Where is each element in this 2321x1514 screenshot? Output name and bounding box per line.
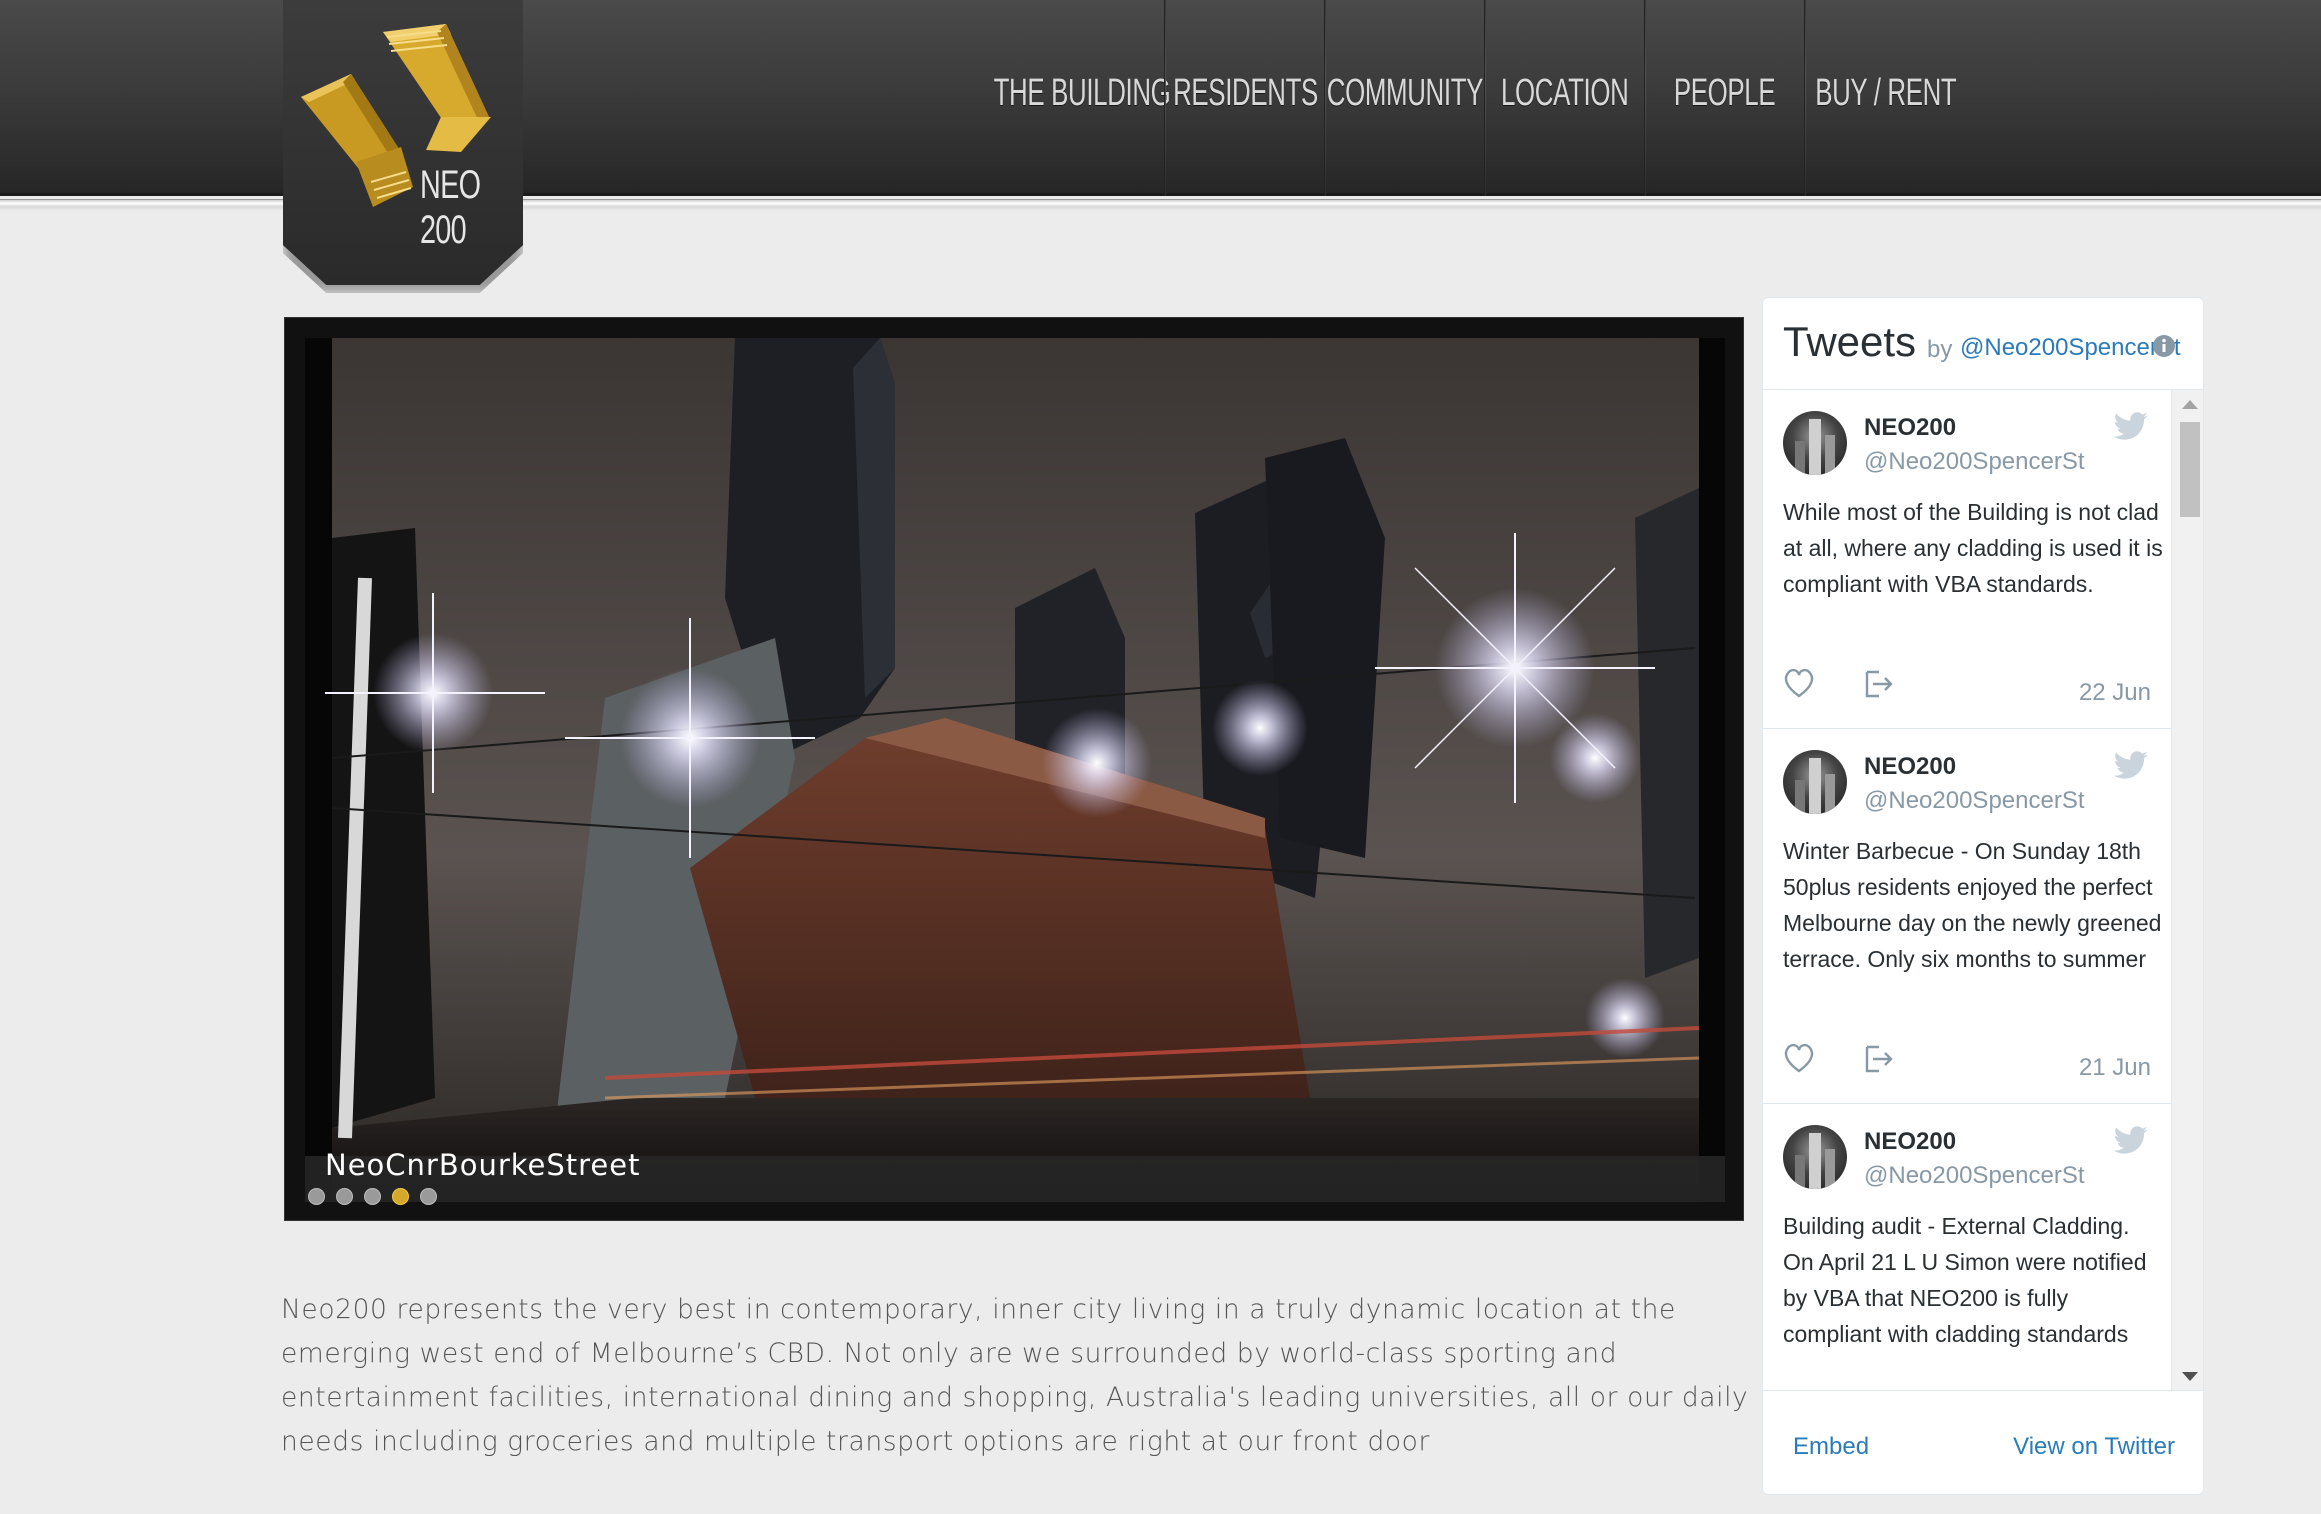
tweet-avatar[interactable] (1783, 1125, 1847, 1189)
nav-label: PEOPLE (1674, 72, 1776, 114)
scroll-up-arrow-icon[interactable] (2182, 400, 2198, 409)
slider-dot[interactable] (420, 1188, 437, 1205)
nav-item-buy-rent[interactable]: BUY / RENT (1806, 0, 1966, 196)
nav-label: BUY / RENT (1815, 72, 1957, 114)
share-icon[interactable] (1865, 670, 1893, 698)
tweet-actions (1784, 668, 1893, 698)
twitter-widget-header: Tweets by @Neo200SpencerSt (1763, 298, 2203, 390)
twitter-timeline-widget: Tweets by @Neo200SpencerSt NEO200 @Neo20… (1762, 297, 2204, 1495)
twitter-by-label: by (1927, 336, 1953, 363)
embed-link[interactable]: Embed (1793, 1433, 1869, 1461)
nav-label: RESIDENTS (1172, 72, 1318, 114)
nav-item-the-building[interactable]: THE BUILDING (994, 0, 1171, 196)
nav-item-residents[interactable]: RESIDENTS (1166, 0, 1324, 196)
tweet-item[interactable]: NEO200 @Neo200SpencerSt While most of th… (1763, 390, 2171, 729)
info-icon[interactable] (2152, 334, 2176, 358)
tweet-item[interactable]: NEO200 @Neo200SpencerSt Building audit -… (1763, 1104, 2171, 1390)
tweet-author-handle[interactable]: @Neo200SpencerSt (1864, 787, 2085, 815)
scroll-down-arrow-icon[interactable] (2182, 1372, 2198, 1381)
nav-item-community[interactable]: COMMUNITY (1326, 0, 1484, 196)
image-slider[interactable]: NeoCnrBourkeStreet (284, 317, 1744, 1221)
tweet-author-handle[interactable]: @Neo200SpencerSt (1864, 1162, 2085, 1190)
tweet-date[interactable]: 21 Jun (2079, 1054, 2151, 1082)
tweet-text: While most of the Building is not clad a… (1783, 499, 2163, 597)
twitter-bird-icon[interactable] (2113, 412, 2149, 442)
intro-paragraph: Neo200 represents the very best in conte… (281, 1294, 1749, 1457)
nav-label: THE BUILDING (994, 72, 1171, 114)
slider-dots (308, 1188, 437, 1205)
nav-label: COMMUNITY (1326, 72, 1484, 114)
tweet-date[interactable]: 22 Jun (2079, 679, 2151, 707)
slider-dot-active[interactable] (392, 1188, 409, 1205)
share-icon[interactable] (1865, 1045, 1893, 1073)
tweet-author-name[interactable]: NEO200 (1864, 414, 1956, 442)
tweet-text: Winter Barbecue - On Sunday 18th 50plus … (1783, 838, 2162, 972)
nav-item-location[interactable]: LOCATION (1486, 0, 1644, 196)
nav-item-people[interactable]: PEOPLE (1646, 0, 1804, 196)
slider-dot[interactable] (308, 1188, 325, 1205)
view-on-twitter-link[interactable]: View on Twitter (2013, 1433, 2175, 1461)
logo-text: NEO 200 (420, 163, 481, 252)
tweet-text: Building audit - External Cladding. On A… (1783, 1213, 2147, 1347)
twitter-widget-footer: Embed View on Twitter (1763, 1390, 2203, 1494)
site-logo[interactable]: NEO 200 (283, 0, 523, 285)
slider-dot[interactable] (364, 1188, 381, 1205)
tweet-avatar[interactable] (1783, 411, 1847, 475)
twitter-handle-link[interactable]: @Neo200SpencerSt (1960, 334, 2181, 362)
like-heart-icon[interactable] (1784, 668, 1814, 698)
nav-label: LOCATION (1501, 72, 1629, 114)
scrollbar-thumb[interactable] (2180, 422, 2200, 517)
tweet-author-name[interactable]: NEO200 (1864, 753, 1956, 781)
twitter-bird-icon[interactable] (2113, 751, 2149, 781)
like-heart-icon[interactable] (1784, 1043, 1814, 1073)
tweet-item[interactable]: NEO200 @Neo200SpencerSt Winter Barbecue … (1763, 729, 2171, 1104)
city-night-photo (305, 338, 1725, 1202)
tweet-actions (1784, 1043, 1893, 1073)
twitter-bird-icon[interactable] (2113, 1126, 2149, 1156)
tweet-author-name[interactable]: NEO200 (1864, 1128, 1956, 1156)
tweet-list[interactable]: NEO200 @Neo200SpencerSt While most of th… (1763, 390, 2203, 1390)
tweet-author-handle[interactable]: @Neo200SpencerSt (1864, 448, 2085, 476)
twitter-widget-title: Tweets (1783, 318, 1917, 365)
slide-image-frame (305, 338, 1725, 1202)
slide-caption: NeoCnrBourkeStreet (325, 1148, 641, 1182)
slider-dot[interactable] (336, 1188, 353, 1205)
tweet-list-scrollbar[interactable] (2171, 390, 2203, 1390)
tweet-avatar[interactable] (1783, 750, 1847, 814)
